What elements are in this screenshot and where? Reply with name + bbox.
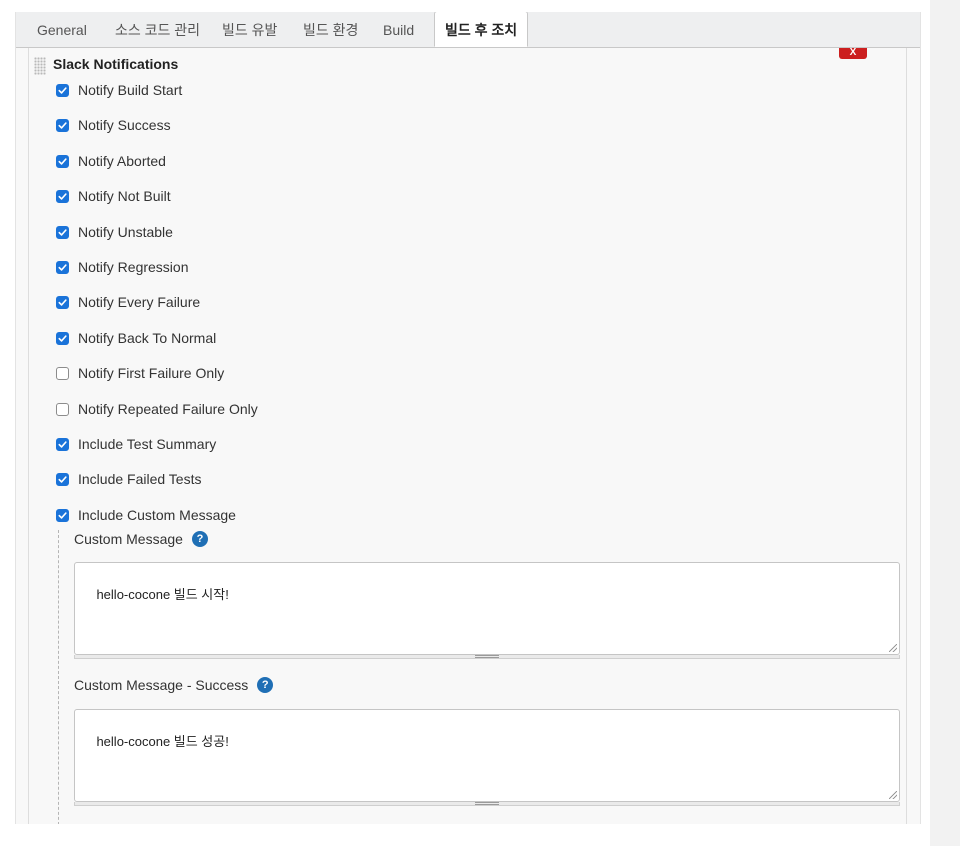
section-title: Slack Notifications <box>53 56 179 72</box>
option-label: Notify Repeated Failure Only <box>78 401 258 417</box>
option-label: Notify Back To Normal <box>78 330 217 346</box>
option-row[interactable]: Include Failed Tests <box>56 470 201 488</box>
option-row[interactable]: Notify Back To Normal <box>56 329 216 347</box>
custom-message-label: Custom Message ? <box>74 531 208 547</box>
tab-build[interactable]: Build <box>383 12 414 47</box>
resize-grip-icon[interactable] <box>475 655 499 658</box>
checkbox-checked[interactable] <box>56 437 69 451</box>
checkmark-icon <box>58 334 67 342</box>
custom-message-success-textarea[interactable]: hello-cocone 빌드 성공! <box>74 709 900 802</box>
option-label: Include Test Summary <box>78 436 217 452</box>
option-row[interactable]: Notify Aborted <box>56 152 166 170</box>
checkbox-checked[interactable] <box>56 260 69 274</box>
checkbox-checked[interactable] <box>56 154 69 168</box>
custom-message-success-value: hello-cocone 빌드 성공! <box>96 734 229 749</box>
checkbox-checked[interactable] <box>56 118 69 132</box>
resize-grip-icon[interactable] <box>475 802 499 805</box>
option-row[interactable]: Include Test Summary <box>56 435 216 453</box>
tab-post-build-actions[interactable]: 빌드 후 조치 <box>434 12 529 47</box>
checkbox-checked[interactable] <box>56 331 69 345</box>
custom-message-success-label-text: Custom Message - Success <box>74 677 249 693</box>
config-tab-bar: General 소스 코드 관리 빌드 유발 빌드 환경 Build 빌드 후 … <box>16 12 920 48</box>
option-label: Notify First Failure Only <box>78 365 225 381</box>
option-row[interactable]: Notify Every Failure <box>56 293 200 311</box>
checkbox-checked[interactable] <box>56 472 69 486</box>
resize-corner-icon[interactable] <box>889 644 897 652</box>
option-row[interactable]: Notify Repeated Failure Only <box>56 400 258 418</box>
option-row[interactable]: Notify Build Start <box>56 81 182 99</box>
custom-message-success-label: Custom Message - Success ? <box>74 677 274 693</box>
option-label: Notify Every Failure <box>78 294 201 310</box>
checkmark-icon <box>58 475 67 483</box>
checkbox-checked[interactable] <box>56 225 69 239</box>
option-label: Include Custom Message <box>78 507 236 523</box>
checkbox-checked[interactable] <box>56 189 69 203</box>
option-row[interactable]: Notify Unstable <box>56 223 173 241</box>
delete-section-button[interactable]: X <box>839 48 867 59</box>
checkbox-checked[interactable] <box>56 83 69 97</box>
job-config-panel: General 소스 코드 관리 빌드 유발 빌드 환경 Build 빌드 후 … <box>15 12 921 824</box>
custom-message-value: hello-cocone 빌드 시작! <box>96 587 229 602</box>
checkbox-unchecked[interactable] <box>56 366 69 380</box>
checkmark-icon <box>58 86 67 94</box>
option-row[interactable]: Notify Not Built <box>56 187 171 205</box>
checkmark-icon <box>58 440 67 448</box>
checkmark-icon <box>58 121 67 129</box>
help-icon[interactable]: ? <box>191 531 208 547</box>
nested-block-guide <box>58 530 59 824</box>
checkmark-icon <box>58 228 67 236</box>
option-label: Notify Build Start <box>78 82 183 98</box>
option-label: Notify Not Built <box>78 188 171 204</box>
option-row[interactable]: Notify First Failure Only <box>56 364 224 382</box>
option-label: Include Failed Tests <box>78 471 202 487</box>
checkmark-icon <box>58 263 67 271</box>
option-row[interactable]: Include Custom Message <box>56 506 236 524</box>
checkmark-icon <box>58 511 67 519</box>
tab-build-triggers[interactable]: 빌드 유발 <box>222 12 277 47</box>
option-row[interactable]: Notify Success <box>56 116 171 134</box>
checkmark-icon <box>58 192 67 200</box>
checkmark-icon <box>58 157 67 165</box>
custom-message-success-resize-bar[interactable] <box>74 802 900 806</box>
checkbox-unchecked[interactable] <box>56 402 69 416</box>
checkbox-checked[interactable] <box>56 295 69 309</box>
checkbox-checked[interactable] <box>56 508 69 522</box>
option-row[interactable]: Notify Regression <box>56 258 189 276</box>
tab-general[interactable]: General <box>37 12 87 47</box>
option-label: Notify Regression <box>78 259 189 275</box>
custom-message-resize-bar[interactable] <box>74 655 900 659</box>
option-label: Notify Unstable <box>78 224 173 240</box>
page-scroll-gutter <box>930 0 960 846</box>
option-label: Notify Success <box>78 117 171 133</box>
checkmark-icon <box>58 298 67 306</box>
help-icon[interactable]: ? <box>257 677 274 693</box>
custom-message-textarea[interactable]: hello-cocone 빌드 시작! <box>74 562 900 655</box>
tab-build-environment[interactable]: 빌드 환경 <box>303 12 358 47</box>
tab-source-code-management[interactable]: 소스 코드 관리 <box>115 12 200 47</box>
custom-message-label-text: Custom Message <box>74 531 183 547</box>
drag-handle-icon[interactable] <box>34 57 46 75</box>
resize-corner-icon[interactable] <box>889 791 897 799</box>
option-label: Notify Aborted <box>78 153 166 169</box>
